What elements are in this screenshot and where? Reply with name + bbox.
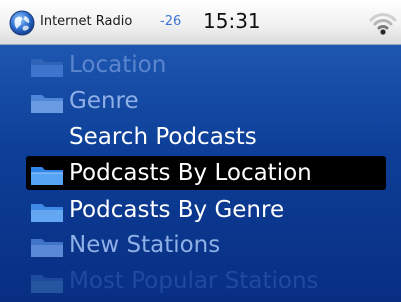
menu-item-label: Location	[69, 52, 167, 78]
menu-item-genre[interactable]: Genre	[26, 84, 386, 118]
signal-level-readout: -26	[160, 14, 182, 29]
folder-icon	[31, 59, 63, 77]
menu-item-label: Podcasts By Location	[69, 160, 312, 186]
menu-item-new-stations[interactable]: New Stations	[26, 228, 386, 262]
device-screen: Internet Radio -26 15:31 Location Genre	[0, 0, 401, 302]
clock: 15:31	[203, 9, 261, 33]
folder-icon	[31, 275, 63, 293]
folder-icon	[31, 204, 63, 222]
menu-item-podcasts-by-location[interactable]: Podcasts By Location	[26, 156, 386, 190]
folder-icon	[31, 167, 63, 185]
menu-item-label: Most Popular Stations	[69, 268, 319, 294]
menu-item-label: Search Podcasts	[69, 124, 257, 150]
menu-item-location[interactable]: Location	[26, 48, 386, 82]
menu-item-most-popular-stations[interactable]: Most Popular Stations	[26, 264, 386, 298]
app-title: Internet Radio	[40, 14, 133, 29]
wifi-signal-icon	[369, 13, 397, 35]
globe-icon	[9, 10, 35, 36]
status-bar: Internet Radio -26 15:31	[0, 0, 401, 45]
folder-icon	[31, 95, 63, 113]
menu-item-label: New Stations	[69, 232, 221, 258]
menu-item-podcasts-by-genre[interactable]: Podcasts By Genre	[26, 193, 386, 227]
menu-item-search-podcasts[interactable]: Search Podcasts	[26, 120, 386, 154]
menu-item-label: Podcasts By Genre	[69, 197, 285, 223]
folder-icon	[31, 239, 63, 257]
menu-item-label: Genre	[69, 88, 139, 114]
